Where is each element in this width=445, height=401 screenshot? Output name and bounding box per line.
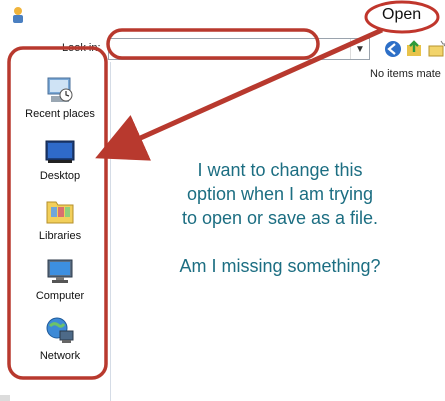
place-network[interactable]: Network (10, 316, 110, 368)
annotation-line: option when I am trying (186, 184, 374, 204)
chevron-down-icon[interactable]: ▼ (350, 39, 369, 59)
place-label: Computer (35, 290, 85, 302)
desktop-icon (45, 140, 75, 163)
libraries-icon (46, 201, 74, 224)
computer-icon (47, 259, 73, 283)
new-folder-icon[interactable] (427, 40, 445, 58)
place-libraries[interactable]: Libraries (10, 196, 110, 248)
empty-folder-text: No items mate (370, 68, 441, 80)
app-icon (13, 7, 23, 23)
place-computer[interactable]: Computer (10, 256, 110, 308)
look-in-label: Look in: (62, 42, 101, 54)
window-title: Open (382, 6, 422, 23)
network-icon (46, 317, 74, 343)
annotation-line: I want to change this (197, 160, 363, 180)
annotation-note: I want to change this option when I am t… (132, 158, 428, 278)
recent-places-icon (47, 77, 73, 102)
annotation-question: Am I missing something? (179, 256, 381, 276)
place-label: Desktop (39, 170, 81, 182)
annotation-line: to open or save as a file. (181, 208, 379, 228)
back-icon[interactable] (383, 40, 403, 58)
look-in-dropdown[interactable]: ▼ (108, 38, 370, 60)
place-label: Network (39, 350, 81, 362)
place-label: Recent places (25, 108, 95, 120)
places-bar: Recent places Desktop Libraries Computer (10, 62, 111, 401)
place-recent-places[interactable]: Recent places (10, 74, 110, 126)
sidebar-scroll-edge (0, 395, 10, 401)
place-label: Libraries (38, 230, 82, 242)
up-folder-icon[interactable] (405, 40, 425, 58)
place-desktop[interactable]: Desktop (10, 136, 110, 188)
